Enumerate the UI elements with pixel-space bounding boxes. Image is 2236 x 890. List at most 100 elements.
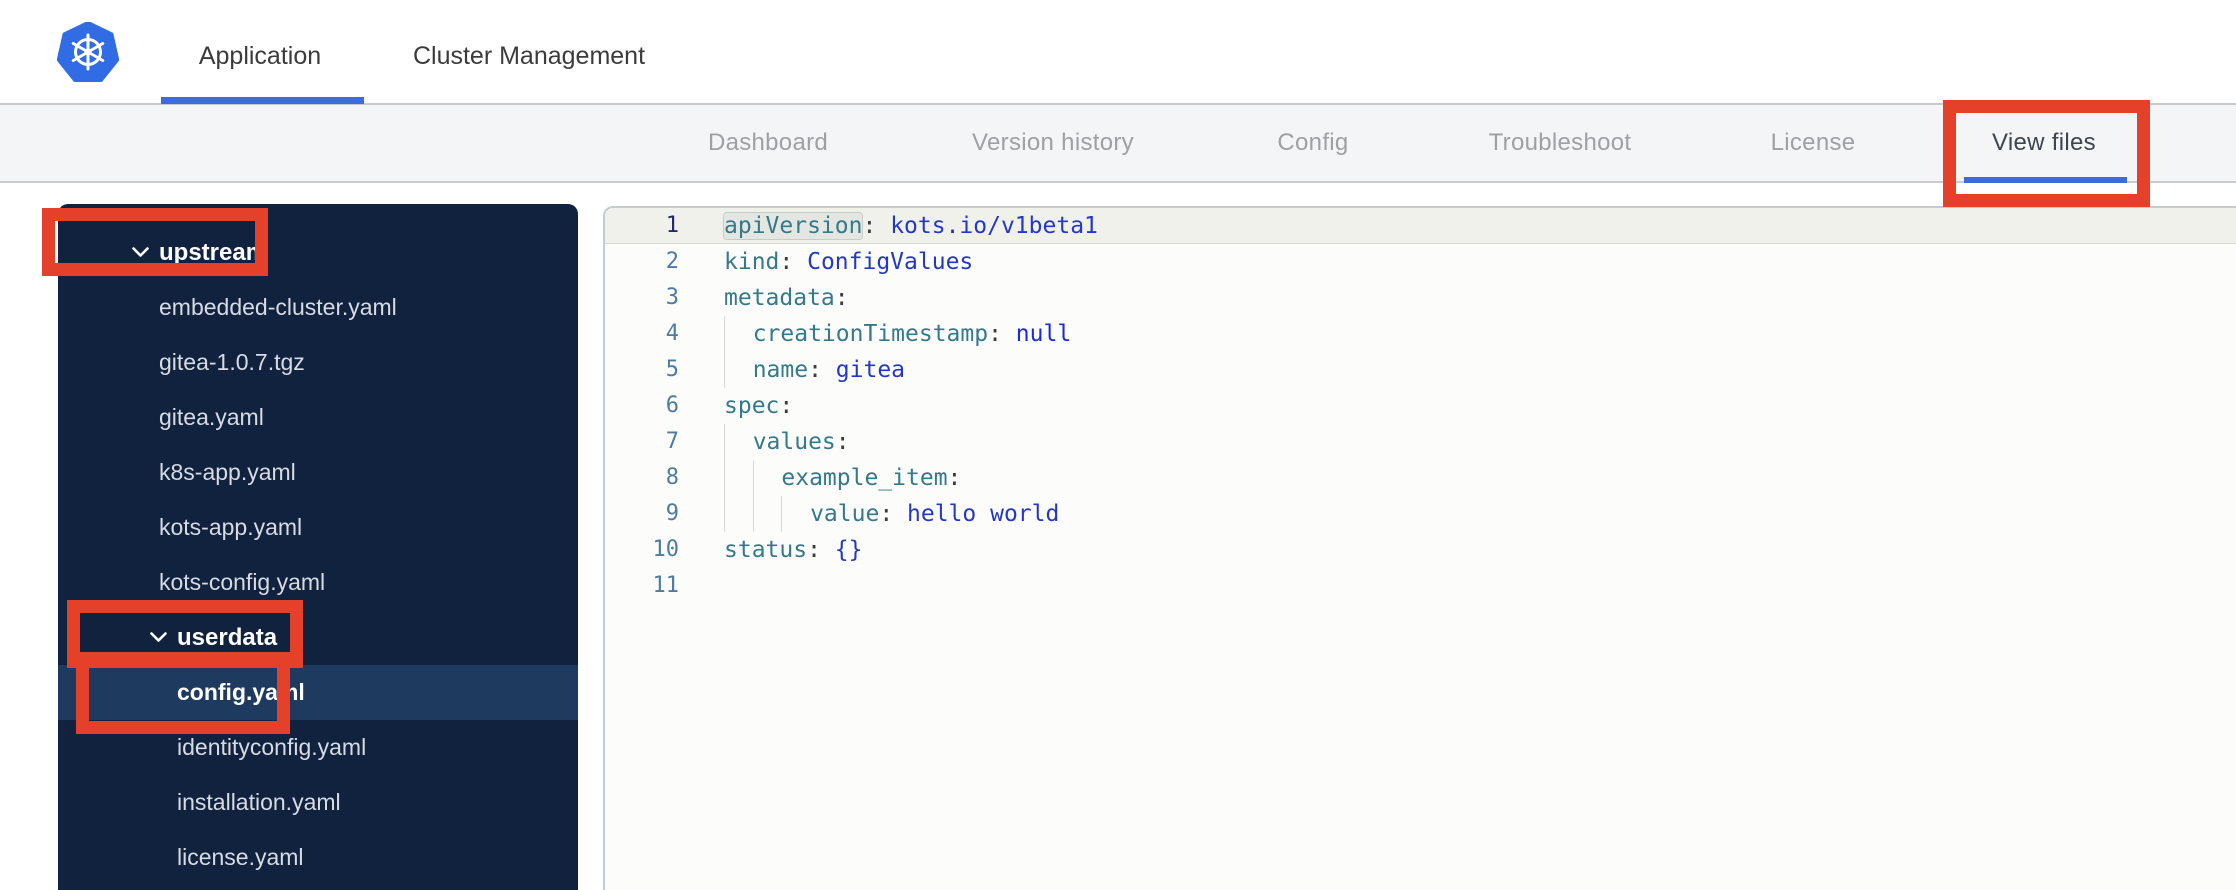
chevron-down-icon — [150, 632, 167, 643]
line-number: 8 — [665, 465, 679, 490]
code-token: kots.io/v1beta1 — [890, 213, 1098, 239]
code-text: status: {} — [724, 532, 863, 568]
code-token: {} — [834, 537, 863, 563]
tree-item-label: kots-app.yaml — [159, 514, 303, 540]
kots-admin-console: Application Cluster Management Dashboard V… — [0, 0, 2236, 890]
indent-guide — [724, 352, 753, 388]
code-line-6: 6 spec: — [605, 388, 2236, 424]
tree-file-license-yaml[interactable]: license.yaml — [58, 830, 578, 885]
tree-folder-userdata[interactable]: userdata — [58, 610, 578, 665]
code-line-5: 5 name: gitea — [605, 352, 2236, 388]
tree-file-k8s-app-yaml[interactable]: k8s-app.yaml — [58, 445, 578, 500]
tree-item-label: license.yaml — [177, 844, 304, 870]
file-tree-sidebar: upstream embedded-cluster.yaml gitea-1.0.7… — [58, 204, 578, 890]
code-token: example_item — [781, 465, 948, 491]
code-token: ConfigValues — [807, 249, 974, 275]
line-number: 1 — [665, 213, 679, 238]
kubernetes-logo-icon — [56, 21, 120, 84]
code-token: : — [807, 537, 835, 563]
code-token: value — [810, 501, 880, 527]
indent-guide — [781, 496, 810, 532]
tree-file-gitea-1-0-7-tgz[interactable]: gitea-1.0.7.tgz — [58, 335, 578, 390]
top-header: Application Cluster Management — [0, 0, 2236, 105]
code-token: : — [835, 429, 850, 455]
indent-guide — [752, 496, 782, 532]
tree-folder-upstream[interactable]: upstream — [58, 225, 578, 280]
code-text: example_item: — [724, 460, 961, 496]
code-line-3: 3 metadata: — [605, 280, 2236, 316]
code-line-10: 10 status: {} — [605, 532, 2236, 568]
code-line-1: 1 apiVersion: kots.io/v1beta1 — [605, 208, 2236, 244]
tree-file-embedded-cluster-yaml[interactable]: embedded-cluster.yaml — [58, 280, 578, 335]
code-text: spec: — [724, 388, 793, 424]
tree-item-label: kots-config.yaml — [159, 569, 326, 595]
code-text: metadata: — [724, 280, 849, 316]
tree-item-label: config.yaml — [177, 679, 305, 705]
line-number: 2 — [665, 249, 679, 274]
code-token: : — [947, 465, 962, 491]
yaml-file-viewer[interactable]: 1 apiVersion: kots.io/v1beta1 2 kind: Confi… — [603, 206, 2236, 890]
line-number: 6 — [665, 393, 679, 418]
code-token: : — [779, 393, 794, 419]
code-text: creationTimestamp: null — [724, 316, 1071, 352]
chevron-down-icon — [132, 247, 149, 258]
subnav-tab-version-history[interactable]: Version history — [972, 129, 1134, 157]
code-token: hello world — [907, 501, 1060, 527]
code-token: : — [862, 213, 891, 239]
subnav-tab-config[interactable]: Config — [1277, 129, 1348, 157]
highlighted-token: apiVersion — [724, 213, 863, 239]
code-text: value: hello world — [724, 496, 1059, 532]
tree-file-kots-config-yaml[interactable]: kots-config.yaml — [58, 555, 578, 610]
subnav-tab-view-files[interactable]: View files — [1992, 129, 2096, 157]
code-token: name — [752, 357, 809, 383]
code-token: : — [834, 285, 849, 311]
tree-item-label: userdata — [177, 623, 278, 651]
indent-guide — [724, 424, 753, 460]
tree-item-label: upstream — [159, 238, 268, 266]
header-tab-application[interactable]: Application — [199, 42, 321, 71]
code-token: creationTimestamp — [752, 321, 989, 347]
indent-guide — [724, 316, 753, 352]
header-tab-cluster-management[interactable]: Cluster Management — [413, 42, 645, 71]
code-token: : — [879, 501, 908, 527]
line-number: 9 — [665, 501, 679, 526]
subnav-tab-troubleshoot[interactable]: Troubleshoot — [1489, 129, 1632, 157]
tree-file-config-yaml[interactable]: config.yaml — [58, 665, 578, 720]
code-line-2: 2 kind: ConfigValues — [605, 244, 2236, 280]
code-text: name: gitea — [724, 352, 905, 388]
indent-guide — [724, 460, 753, 496]
code-token: : — [779, 249, 808, 275]
code-token: gitea — [835, 357, 906, 383]
code-lines: 1 apiVersion: kots.io/v1beta1 2 kind: Confi… — [605, 208, 2236, 604]
app-subnav: Dashboard Version history Config Troublesho… — [0, 105, 2236, 183]
code-line-7: 7 values: — [605, 424, 2236, 460]
code-token: values — [752, 429, 836, 455]
tree-file-installation-yaml[interactable]: installation.yaml — [58, 775, 578, 830]
code-line-11: 11 — [605, 568, 2236, 604]
tree-file-kots-app-yaml[interactable]: kots-app.yaml — [58, 500, 578, 555]
indent-guide — [752, 460, 782, 496]
line-number: 11 — [652, 573, 680, 598]
line-number: 5 — [665, 357, 679, 382]
tree-item-label: identityconfig.yaml — [177, 734, 367, 760]
code-token: status — [724, 537, 808, 563]
code-line-8: 8 example_item: — [605, 460, 2236, 496]
code-token: spec — [724, 393, 780, 419]
code-line-9: 9 value: hello world — [605, 496, 2236, 532]
code-token: kind — [724, 249, 780, 275]
code-text: kind: ConfigValues — [724, 244, 973, 280]
code-token: : — [808, 357, 836, 383]
code-text: values: — [724, 424, 850, 460]
subnav-tab-dashboard[interactable]: Dashboard — [708, 129, 828, 157]
tree-file-identityconfig-yaml[interactable]: identityconfig.yaml — [58, 720, 578, 775]
code-text: apiVersion: kots.io/v1beta1 — [724, 208, 1098, 244]
subnav-tab-license[interactable]: License — [1771, 129, 1856, 157]
line-number: 10 — [652, 537, 680, 562]
code-line-4: 4 creationTimestamp: null — [605, 316, 2236, 352]
line-number: 3 — [665, 285, 679, 310]
indent-guide — [724, 496, 753, 532]
code-token: metadata — [724, 285, 835, 311]
line-number: 7 — [665, 429, 679, 454]
tree-file-gitea-yaml[interactable]: gitea.yaml — [58, 390, 578, 445]
tree-item-label: gitea-1.0.7.tgz — [159, 349, 305, 375]
